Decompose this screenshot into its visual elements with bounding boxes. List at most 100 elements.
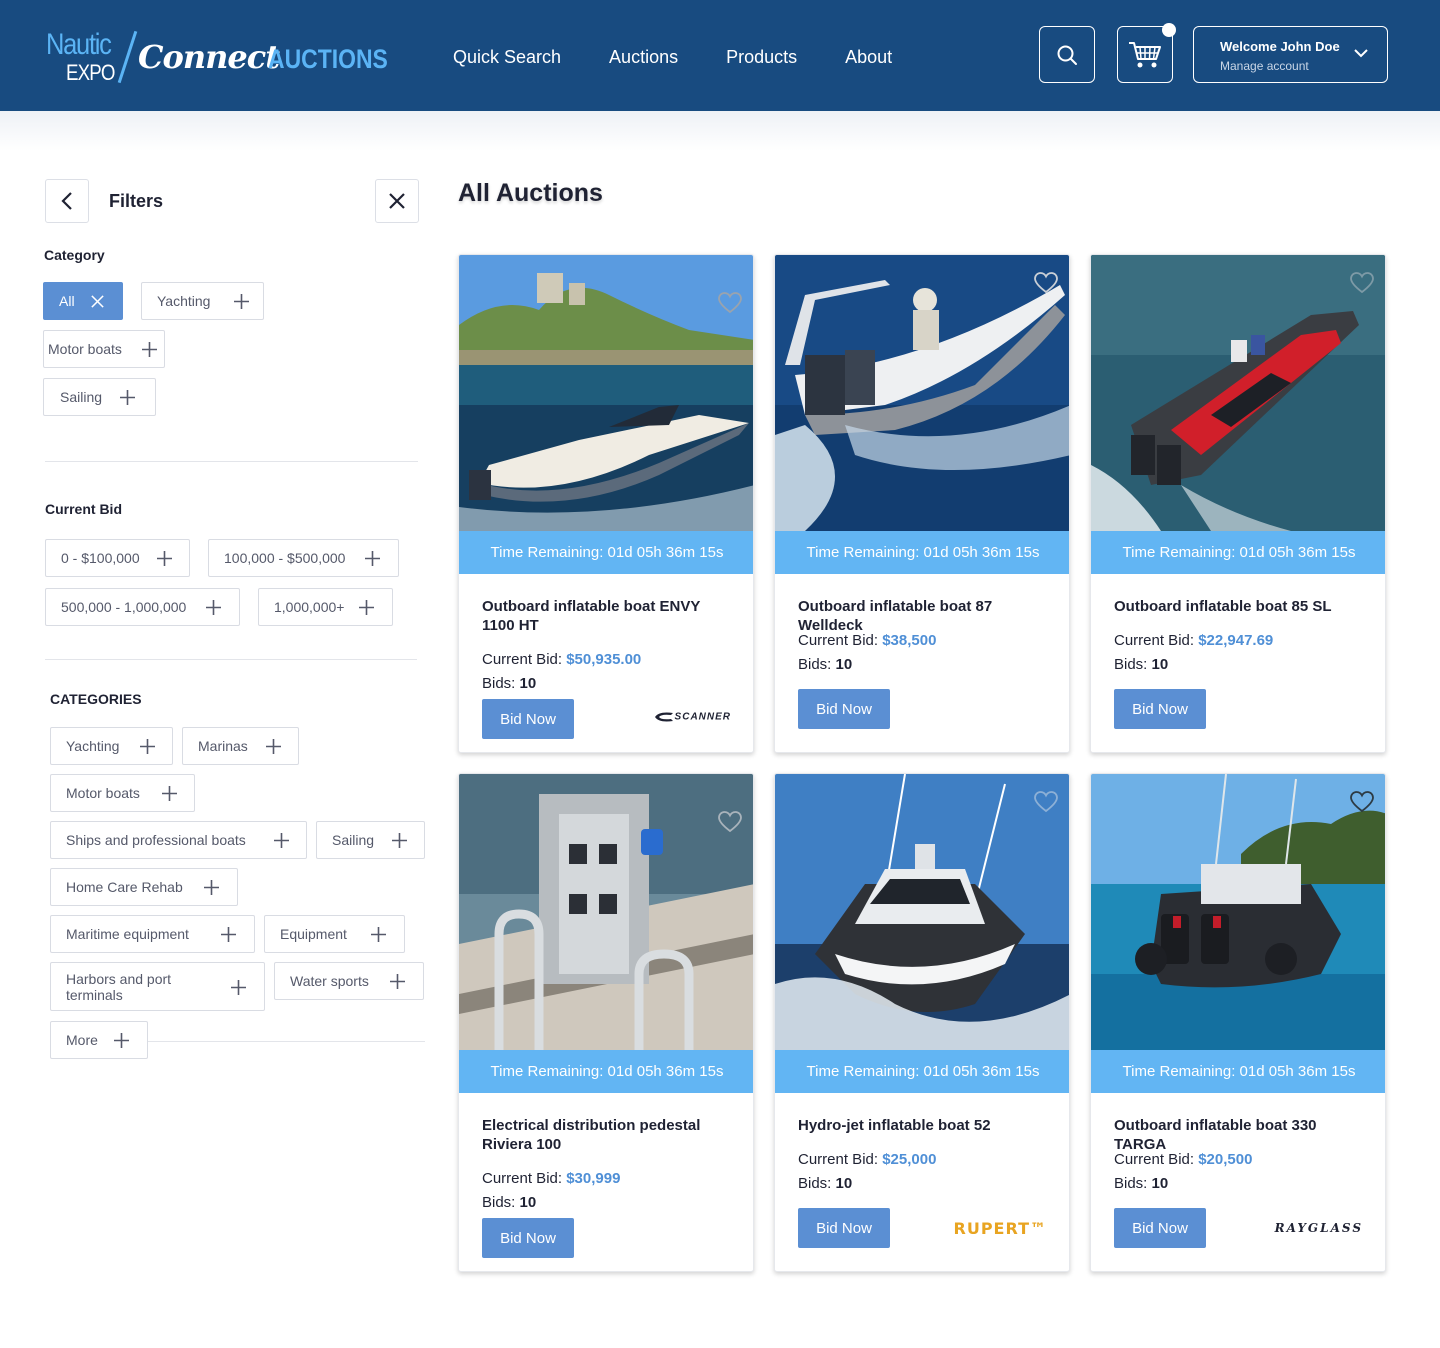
product-name[interactable]: Outboard inflatable boat 85 SL xyxy=(1114,597,1364,616)
cart-button[interactable] xyxy=(1117,23,1176,83)
boat-photo[interactable] xyxy=(775,255,1069,531)
current-bid-prefix: Current Bid: xyxy=(1114,632,1199,649)
chip-categories-ships[interactable]: Ships and professional boats xyxy=(50,821,307,859)
bid-now-button[interactable]: Bid Now xyxy=(482,699,574,739)
time-remaining-bar: Time Remaining: 01d 05h 36m 15s xyxy=(775,1050,1069,1093)
chip-categories-motor-boats[interactable]: Motor boats xyxy=(50,774,195,812)
chip-categories-water-sports[interactable]: Water sports xyxy=(274,962,424,1000)
plus-icon xyxy=(162,786,177,801)
bid-now-button[interactable]: Bid Now xyxy=(798,689,890,729)
page-title: All Auctions xyxy=(458,179,603,207)
chip-categories-maritime-equipment[interactable]: Maritime equipment xyxy=(50,915,255,953)
chip-category-all[interactable]: All xyxy=(43,282,123,320)
header-shadow xyxy=(0,111,1440,151)
brand-name: SCANNER xyxy=(674,711,731,723)
boat-photo[interactable] xyxy=(1091,255,1385,531)
chip-bid-0-100k[interactable]: 0 - $100,000 xyxy=(45,539,190,577)
chip-bid-1m-plus[interactable]: 1,000,000+ xyxy=(258,588,393,626)
chevron-left-icon xyxy=(61,192,72,210)
time-remaining-bar: Time Remaining: 01d 05h 36m 15s xyxy=(1091,1050,1385,1093)
divider xyxy=(45,461,418,462)
chip-categories-sailing[interactable]: Sailing xyxy=(316,821,425,859)
current-bid-amount: $50,935.00 xyxy=(566,651,642,668)
current-bid-prefix: Current Bid: xyxy=(482,1170,567,1187)
product-name[interactable]: Outboard inflatable boat 87 Welldeck xyxy=(798,597,1048,635)
chip-bid-100k-500k[interactable]: 100,000 - $500,000 xyxy=(208,539,399,577)
current-bid-amount: $22,947.69 xyxy=(1198,632,1274,649)
nav-quick-search[interactable]: Quick Search xyxy=(453,47,561,68)
heart-icon[interactable] xyxy=(1349,790,1375,814)
bid-now-button[interactable]: Bid Now xyxy=(798,1208,890,1248)
plus-icon xyxy=(206,600,221,615)
chip-category-motor-boats[interactable]: Motor boats xyxy=(43,330,165,368)
current-bid-prefix: Current Bid: xyxy=(1114,1151,1199,1168)
chip-categories-marinas[interactable]: Marinas xyxy=(182,727,299,765)
boat-photo[interactable] xyxy=(1091,774,1385,1050)
nav-auctions[interactable]: Auctions xyxy=(609,47,678,68)
bid-now-button[interactable]: Bid Now xyxy=(482,1218,574,1258)
chip-categories-yachting[interactable]: Yachting xyxy=(50,727,173,765)
current-bid-line: Current Bid: $50,935.00 xyxy=(482,651,641,668)
plus-icon xyxy=(371,927,386,942)
bids-count: 10 xyxy=(835,1175,853,1192)
bid-now-button[interactable]: Bid Now xyxy=(1114,1208,1206,1248)
boat-photo[interactable] xyxy=(459,255,753,531)
filters-back-button[interactable] xyxy=(45,179,89,223)
close-icon xyxy=(389,193,405,209)
bids-count-line: Bids: 10 xyxy=(1114,1175,1168,1192)
nav-products[interactable]: Products xyxy=(726,47,797,68)
product-name[interactable]: Outboard inflatable boat ENVY 1100 HT xyxy=(482,597,732,635)
chip-categories-more[interactable]: More xyxy=(50,1021,148,1059)
divider xyxy=(148,1041,425,1042)
nav-about[interactable]: About xyxy=(845,47,892,68)
plus-icon xyxy=(234,294,249,309)
chip-categories-harbors[interactable]: Harbors and port terminals xyxy=(50,962,265,1011)
chip-category-yachting[interactable]: Yachting xyxy=(141,282,264,320)
nauticexpo-connect-logo[interactable]: Nautic EXPO Connect AUCTIONS xyxy=(46,28,388,86)
auction-card: Time Remaining: 01d 05h 36m 15s Hydro-je… xyxy=(774,773,1070,1272)
current-bid-line: Current Bid: $38,500 xyxy=(798,632,936,649)
logo-auctions: AUCTIONS xyxy=(268,44,388,74)
cart-notification-dot xyxy=(1162,23,1176,37)
chip-category-sailing[interactable]: Sailing xyxy=(43,378,156,416)
boat-photo[interactable] xyxy=(775,774,1069,1050)
current-bid-line: Current Bid: $25,000 xyxy=(798,1151,936,1168)
bids-count: 10 xyxy=(1151,656,1169,673)
divider xyxy=(45,659,417,660)
plus-icon xyxy=(231,980,246,995)
current-bid-amount: $38,500 xyxy=(882,632,937,649)
main-nav: Quick Search Auctions Products About xyxy=(453,47,940,68)
bids-prefix: Bids: xyxy=(482,1194,520,1211)
product-photo[interactable] xyxy=(459,774,753,1050)
chip-categories-equipment[interactable]: Equipment xyxy=(264,915,405,953)
filters-title: Filters xyxy=(109,191,164,211)
auction-card: Time Remaining: 01d 05h 36m 15s Outboard… xyxy=(1090,773,1386,1272)
search-button[interactable] xyxy=(1039,26,1095,83)
brand-logo-rayglass: RAYGLASS xyxy=(1274,1221,1363,1235)
bid-now-button[interactable]: Bid Now xyxy=(1114,689,1206,729)
current-bid-line: Current Bid: $20,500 xyxy=(1114,1151,1252,1168)
plus-icon xyxy=(120,390,135,405)
plus-icon xyxy=(140,739,155,754)
search-icon xyxy=(1057,45,1077,65)
heart-icon[interactable] xyxy=(1349,271,1375,295)
account-menu[interactable]: Welcome John Doe Manage account xyxy=(1193,26,1388,83)
logo-connect: Connect xyxy=(138,38,280,76)
chip-categories-home-care-rehab[interactable]: Home Care Rehab xyxy=(50,868,238,906)
filters-close-button[interactable] xyxy=(375,179,419,223)
product-name[interactable]: Hydro-jet inflatable boat 52 xyxy=(798,1116,1048,1135)
current-bid-line: Current Bid: $22,947.69 xyxy=(1114,632,1273,649)
heart-icon[interactable] xyxy=(717,810,743,834)
category-label: Category xyxy=(44,247,105,263)
current-bid-amount: $30,999 xyxy=(566,1170,621,1187)
product-name[interactable]: Outboard inflatable boat 330 TARGA xyxy=(1114,1116,1364,1154)
heart-icon[interactable] xyxy=(1033,271,1059,295)
heart-icon[interactable] xyxy=(1033,790,1059,814)
auction-card: Time Remaining: 01d 05h 36m 15s Outboard… xyxy=(1090,254,1386,753)
heart-icon[interactable] xyxy=(717,291,743,315)
time-remaining-bar: Time Remaining: 01d 05h 36m 15s xyxy=(459,1050,753,1093)
current-bid-prefix: Current Bid: xyxy=(798,632,883,649)
plus-icon xyxy=(359,600,374,615)
product-name[interactable]: Electrical distribution pedestal Riviera… xyxy=(482,1116,732,1154)
chip-bid-500k-1m[interactable]: 500,000 - 1,000,000 xyxy=(45,588,240,626)
